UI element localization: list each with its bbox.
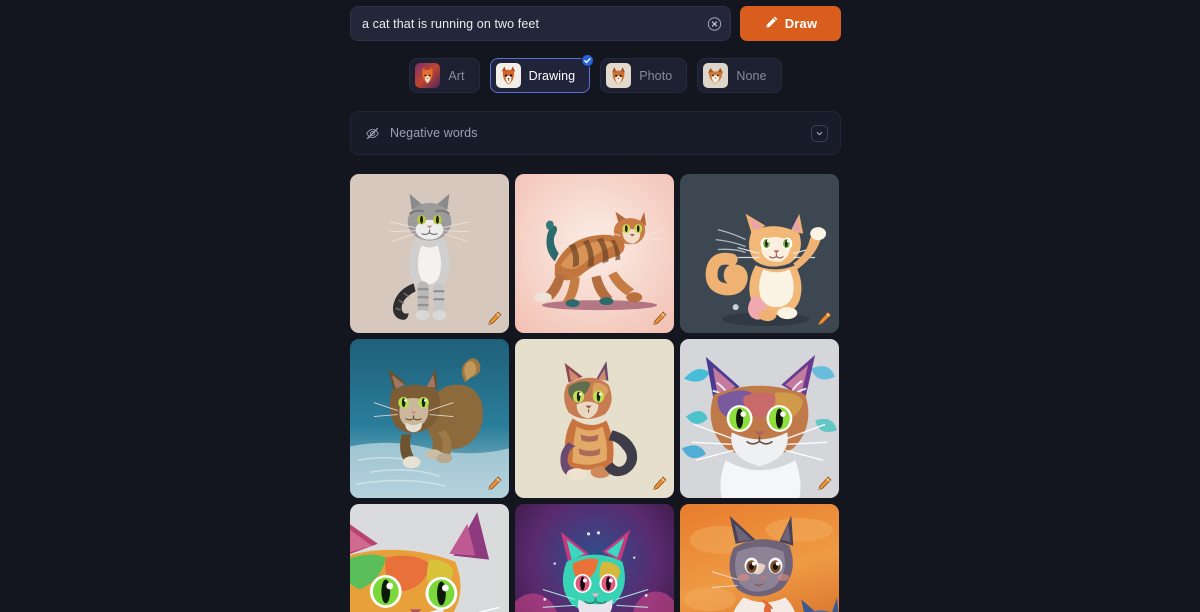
- negative-words-label: Negative words: [390, 126, 478, 140]
- fox-none-thumbnail-icon: [703, 63, 729, 88]
- prompt-input[interactable]: [351, 7, 730, 40]
- style-option-none-label: None: [736, 68, 767, 83]
- result-card[interactable]: [350, 504, 509, 612]
- result-card[interactable]: [680, 339, 839, 498]
- result-card[interactable]: [350, 339, 509, 498]
- prompt-row: Draw: [350, 0, 841, 41]
- style-option-photo[interactable]: Photo: [600, 58, 688, 93]
- clear-prompt-icon[interactable]: [707, 16, 722, 31]
- result-card[interactable]: [680, 174, 839, 333]
- style-option-none[interactable]: None: [697, 58, 782, 93]
- draw-button[interactable]: Draw: [740, 6, 841, 41]
- edit-image-icon[interactable]: [651, 310, 668, 327]
- style-option-art-label: Art: [448, 68, 465, 83]
- image-generator-app: Draw: [0, 0, 1200, 612]
- check-circle-icon: [581, 54, 595, 67]
- edit-image-icon[interactable]: [486, 475, 503, 492]
- edit-image-icon[interactable]: [651, 475, 668, 492]
- edit-image-icon[interactable]: [816, 310, 833, 327]
- chevron-down-icon[interactable]: [811, 124, 828, 142]
- style-option-drawing-label: Drawing: [528, 68, 576, 83]
- fox-drawing-thumbnail-icon: [495, 63, 521, 88]
- style-option-photo-label: Photo: [639, 68, 673, 83]
- prompt-field[interactable]: [350, 6, 731, 41]
- edit-image-icon[interactable]: [486, 310, 503, 327]
- result-card[interactable]: [680, 504, 839, 612]
- style-option-art[interactable]: Art: [409, 58, 480, 93]
- result-card[interactable]: [350, 174, 509, 333]
- result-card[interactable]: [515, 174, 674, 333]
- eye-off-icon: [365, 126, 380, 141]
- content-column: Draw: [350, 0, 841, 612]
- style-option-drawing[interactable]: Drawing: [489, 54, 595, 93]
- negative-words-bar[interactable]: Negative words: [350, 111, 841, 155]
- draw-button-label: Draw: [784, 16, 818, 31]
- fox-photo-thumbnail-icon: [606, 63, 632, 88]
- edit-image-icon[interactable]: [816, 475, 833, 492]
- result-card[interactable]: [515, 339, 674, 498]
- result-card[interactable]: [515, 504, 674, 612]
- fox-art-thumbnail-icon: [415, 63, 441, 88]
- style-selector: Art Drawing Photo None: [350, 54, 841, 93]
- pencil-icon: [764, 15, 779, 33]
- results-grid: [350, 174, 841, 612]
